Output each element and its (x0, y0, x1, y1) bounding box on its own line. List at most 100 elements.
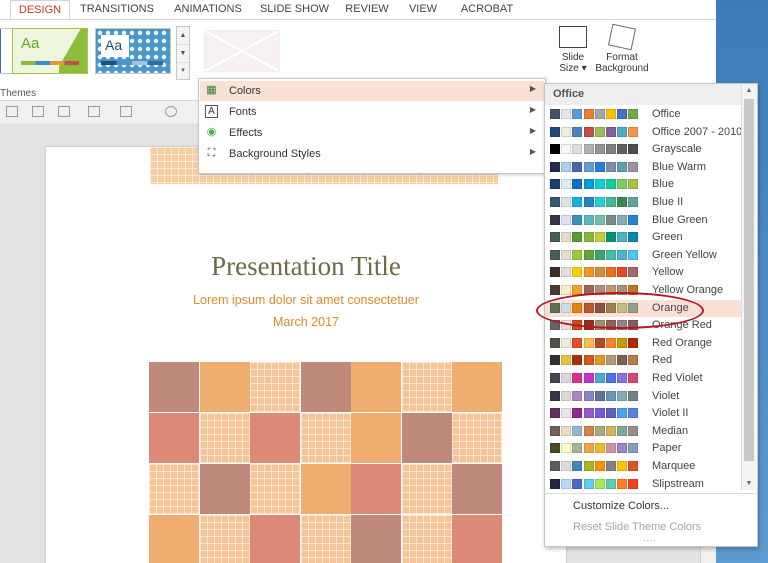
color-swatch (550, 355, 560, 366)
group-icon[interactable] (6, 106, 18, 117)
more-icon[interactable]: ▾ (177, 62, 189, 79)
color-swatch (617, 443, 628, 454)
color-theme-median[interactable]: Median (545, 423, 741, 440)
align-icon[interactable] (88, 106, 100, 117)
color-swatch (583, 144, 594, 155)
color-swatch (561, 461, 572, 471)
reset-slide-theme-colors-item: Reset Slide Theme Colors (573, 521, 702, 533)
color-swatch (606, 232, 616, 243)
color-theme-blue-green[interactable]: Blue Green (545, 212, 741, 229)
color-theme-red-violet[interactable]: Red Violet (545, 370, 741, 387)
regroup-icon[interactable] (58, 106, 70, 117)
slide-canvas[interactable]: Presentation Title Lorem ipsum dolor sit… (46, 147, 566, 563)
color-swatch (628, 126, 639, 137)
shape-icon[interactable] (165, 106, 177, 117)
slide-size-button[interactable]: Slide Size ▾ (556, 26, 590, 74)
menu-item-colors[interactable]: ▦ Colors ▶ (200, 81, 544, 101)
color-theme-office-2007-2010[interactable]: Office 2007 - 2010 (545, 124, 742, 141)
color-swatch (550, 267, 560, 278)
slide-date[interactable]: March 2017 (46, 315, 566, 329)
chevron-up-icon[interactable]: ▲ (177, 27, 189, 44)
menu-item-effects[interactable]: ◉ Effects ▶ (200, 123, 544, 143)
scroll-up-icon[interactable]: ▲ (742, 85, 756, 97)
menu-item-label: Colors (229, 85, 261, 97)
chevron-down-icon[interactable]: ▼ (177, 44, 189, 62)
theme-thumbnail-facet[interactable]: Aa (12, 28, 88, 74)
format-background-button[interactable]: Format Background (594, 23, 650, 74)
color-swatch (583, 109, 594, 119)
color-swatch (583, 337, 594, 348)
color-theme-slipstream[interactable]: Slipstream (545, 476, 741, 493)
menu-item-fonts[interactable]: A Fonts ▶ (200, 102, 544, 122)
color-swatch (594, 197, 605, 207)
color-theme-paper[interactable]: Paper (545, 440, 741, 457)
color-swatch (561, 232, 572, 243)
resize-grip-icon[interactable]: ∙∙∙∙ (643, 535, 657, 545)
slide-title[interactable]: Presentation Title (46, 251, 566, 282)
color-theme-green[interactable]: Green (545, 229, 741, 246)
color-swatch (550, 285, 560, 295)
color-swatch (583, 126, 594, 137)
color-theme-marquee[interactable]: Marquee (545, 458, 741, 475)
color-swatch (594, 443, 605, 454)
tab-acrobat[interactable]: ACROBAT (452, 0, 522, 19)
color-swatch (572, 109, 583, 119)
color-theme-red[interactable]: Red (545, 352, 741, 369)
color-theme-yellow[interactable]: Yellow (545, 264, 741, 281)
color-theme-green-yellow[interactable]: Green Yellow (545, 247, 741, 264)
themes-gallery-scroll[interactable]: ▲ ▼ ▾ (176, 26, 190, 80)
color-swatch (561, 249, 572, 260)
color-theme-grayscale[interactable]: Grayscale (545, 141, 741, 158)
variant-thumbnail[interactable] (204, 30, 280, 72)
scroll-thumb[interactable] (744, 99, 754, 461)
color-swatch (550, 390, 560, 401)
tab-slide-show[interactable]: SLIDE SHOW (258, 0, 331, 19)
color-theme-red-orange[interactable]: Red Orange (545, 335, 741, 352)
scroll-down-icon[interactable]: ▼ (742, 478, 756, 490)
pattern-tile (401, 515, 452, 563)
color-swatch (572, 408, 583, 419)
theme-thumbnail-text-2: Aa (105, 37, 123, 53)
colors-icon: ▦ (206, 84, 217, 96)
color-swatch (594, 214, 605, 225)
color-swatch (606, 161, 616, 172)
color-theme-name: Paper (652, 442, 682, 455)
color-swatch (572, 232, 583, 243)
pattern-tile (149, 413, 199, 463)
color-swatch (628, 425, 639, 436)
pattern-tile (250, 464, 300, 514)
color-theme-violet[interactable]: Violet (545, 388, 741, 405)
color-theme-blue[interactable]: Blue (545, 176, 741, 193)
menu-item-background-styles[interactable]: ⛶ Background Styles ▶ (200, 144, 544, 164)
color-theme-blue-ii[interactable]: Blue II (545, 194, 741, 211)
color-swatch (606, 478, 616, 489)
color-theme-name: Green (652, 231, 683, 244)
color-swatch (572, 161, 583, 172)
pattern-tile (351, 362, 401, 412)
customize-colors-item[interactable]: Customize Colors... (573, 500, 669, 512)
slide-subtitle[interactable]: Lorem ipsum dolor sit amet consectetuer (46, 293, 566, 307)
tab-animations[interactable]: ANIMATIONS (165, 0, 251, 19)
colors-scrollbar[interactable]: ▲ ▼ (741, 85, 756, 490)
color-theme-violet-ii[interactable]: Violet II (545, 405, 741, 422)
color-swatch (561, 179, 572, 190)
pattern-tile (149, 464, 199, 514)
color-swatch (617, 214, 628, 225)
color-swatch (606, 126, 616, 137)
color-swatch (550, 214, 560, 225)
theme-thumbnail-ion[interactable]: Aa (95, 28, 171, 74)
pattern-tile (199, 362, 250, 412)
color-theme-office[interactable]: Office (545, 106, 741, 123)
color-theme-blue-warm[interactable]: Blue Warm (545, 159, 741, 176)
tab-view[interactable]: VIEW (402, 0, 444, 19)
color-swatch (617, 461, 628, 471)
arrange-icon[interactable] (120, 106, 132, 117)
tab-design[interactable]: DESIGN (10, 0, 70, 19)
color-swatch (594, 161, 605, 172)
tab-review[interactable]: REVIEW (338, 0, 396, 19)
pattern-tile (351, 515, 401, 563)
pattern-tile (199, 515, 250, 563)
color-swatch (617, 197, 628, 207)
tab-transitions[interactable]: TRANSITIONS (72, 0, 162, 19)
ungroup-icon[interactable] (32, 106, 44, 117)
